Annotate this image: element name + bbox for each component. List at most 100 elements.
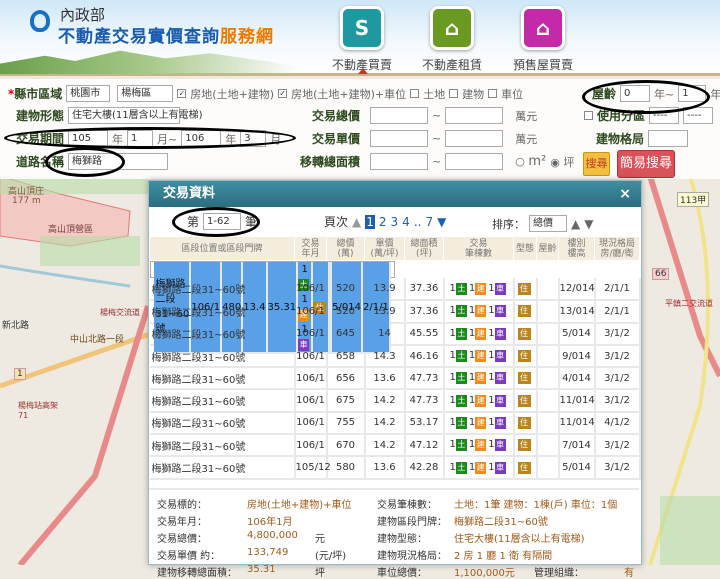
area-max[interactable]	[445, 153, 504, 170]
land-badge: 土	[455, 461, 467, 474]
nav-label: 預售屋買賣	[512, 58, 573, 72]
transaction-dialog: 交易資料 × 第 1-62 筆 頁次 ▲ 1 2 3 4 .. 7 ▼ 排序： 總價 …	[148, 180, 642, 579]
radio-ping[interactable]: ◉ 坪	[550, 154, 574, 170]
table-row[interactable]: 梅獅路二段31~60號 106/1 670 14.2 47.12 1 土 1 建 1 車住 7/014…	[149, 434, 641, 458]
layout-input[interactable]	[648, 130, 689, 147]
easy-search-button[interactable]: 簡易搜尋	[617, 150, 675, 178]
page-link[interactable]: 1	[365, 214, 375, 229]
prev-page-icon[interactable]: ▲	[352, 215, 361, 229]
cell-type: 住	[513, 367, 538, 391]
cell-age	[536, 322, 560, 346]
site-title[interactable]: 不動產交易實價查詢服務網	[58, 22, 274, 47]
type-checkbox-5[interactable]	[488, 89, 498, 98]
sort-desc-icon[interactable]: ▼	[584, 217, 593, 231]
total-price-label: 交易總價	[312, 109, 361, 123]
total-price-min[interactable]	[370, 107, 429, 124]
cell-area: 37.36	[404, 300, 445, 324]
cell-layout: 3/1/2	[594, 456, 641, 480]
table-row[interactable]: 梅獅路二段31~60號 106/1 656 13.6 47.73 1 土 1 建 1 車住 4/014…	[149, 367, 641, 391]
page-link[interactable]: 3	[391, 215, 399, 229]
page-link[interactable]: 4	[402, 215, 410, 229]
unit-price-max[interactable]	[445, 130, 504, 147]
type-checkbox-2[interactable]: ✓	[278, 89, 288, 98]
range-select[interactable]: 1-62	[203, 213, 242, 230]
cell-unit: 13.6	[364, 456, 406, 480]
cell-total: 755	[326, 411, 366, 436]
cell-area: 53.17	[404, 411, 445, 436]
detail-v: 35.31	[247, 564, 276, 575]
nav-rental[interactable]: ⌂ 不動產租賃	[412, 6, 492, 73]
tilde: ~	[432, 109, 442, 122]
age-to-input[interactable]: 1	[678, 85, 707, 102]
map-label: 新北路	[2, 321, 30, 331]
close-icon[interactable]: ×	[619, 181, 631, 207]
radio-m2[interactable]: ○ m²	[515, 154, 546, 169]
building-type-select[interactable]: 住宅大樓(11層含以上有電梯)	[68, 107, 203, 124]
total-price-max[interactable]	[445, 107, 504, 124]
table-row[interactable]: 梅獅路二段31~60號 106/1 755 14.2 53.17 1 土 1 建 1 車住 11/01…	[149, 411, 641, 436]
type-checkbox-4[interactable]	[449, 89, 459, 98]
detail-v2: 梅獅路二段31~60號	[454, 517, 548, 528]
map-label: 楊梅站高架71	[18, 401, 58, 420]
layout-row: 建物格局	[596, 130, 689, 147]
unit-label: 萬元	[515, 132, 538, 146]
unit-price-min[interactable]	[370, 130, 429, 147]
cell-floor: 11/014	[558, 389, 596, 413]
city-select[interactable]: 桃園市	[66, 85, 111, 102]
from-month-select[interactable]: 1	[127, 130, 154, 147]
area-min[interactable]	[370, 153, 429, 170]
road-input[interactable]: 梅獅路	[68, 153, 169, 170]
building-row: 建物形態 住宅大樓(11層含以上有電梯)	[16, 107, 203, 124]
title-main: 不動產交易實價查詢	[58, 27, 220, 47]
page-link[interactable]: 2	[379, 215, 387, 229]
nav-presale[interactable]: ⌂ 預售屋買賣	[503, 6, 583, 73]
page-link[interactable]: 7	[425, 215, 433, 229]
cell-counts: 1土1建1車	[443, 434, 515, 458]
table-row[interactable]: 梅獅路二段31~60號 106/1 480 13.4 35.31 1土1建1車住 5/014…	[149, 261, 395, 354]
to-month-select[interactable]: 3	[240, 130, 267, 147]
cell-unit: 13.6	[364, 367, 406, 391]
cell-floor: 4/014	[558, 367, 596, 391]
land-badge: 土	[455, 282, 467, 295]
cell-area: 37.36	[404, 278, 445, 302]
age-row: 屋齡 0 年~ 1 年	[592, 85, 720, 102]
from-year-input[interactable]: 105	[68, 130, 109, 147]
cell-type: 住	[513, 278, 538, 302]
table-row[interactable]: 梅獅路二段31~60號 105/12 580 13.6 42.28 1 土 1 建 1 車住 5/01…	[149, 456, 641, 480]
dialog-titlebar[interactable]: 交易資料 ×	[149, 181, 641, 207]
sort-asc-icon[interactable]: ▲	[571, 217, 580, 231]
cell-floor: 9/014	[558, 344, 596, 369]
to-year-input[interactable]: 106	[181, 130, 222, 147]
unit-price-row: 交易單價 ~ 萬元	[312, 130, 537, 147]
building-badge: 建	[475, 461, 487, 474]
cell-ym: 105/12	[294, 456, 331, 480]
type-checkbox-1[interactable]: ✓	[177, 89, 187, 98]
cell-addr: 梅獅路二段31~60號	[149, 367, 296, 391]
nav-sales[interactable]: S 不動產買賣	[322, 6, 402, 73]
search-button[interactable]: 搜尋	[583, 152, 610, 176]
type-checkbox-3[interactable]	[410, 89, 420, 98]
cell-total: 670	[326, 434, 366, 458]
dialog-title: 交易資料	[163, 186, 216, 201]
detail-k2: 交易筆棟數：	[377, 500, 437, 511]
cell-counts: 1土1建1車	[443, 367, 515, 391]
age-from-input[interactable]: 0	[620, 85, 651, 102]
column-header: 單價 (萬/坪)	[364, 236, 405, 261]
district-select[interactable]: 楊梅區	[117, 85, 174, 102]
house-rent-icon: ⌂	[430, 6, 474, 50]
nav-label: 不動產租賃	[421, 58, 482, 72]
zoning-select-b[interactable]: ----	[683, 107, 714, 124]
table-row[interactable]: 梅獅路二段31~60號 106/1 658 14.3 46.16 1 土 1 建 1 車住 9/014…	[149, 344, 641, 369]
region-row: *縣市區域 桃園市 楊梅區 ✓ 房地(土地+建物) ✓ 房地(土地+建物)+車位 土…	[8, 85, 523, 102]
cell-layout: 4/1/2	[594, 411, 641, 436]
land-badge: 土	[455, 439, 467, 452]
table-row[interactable]: 梅獅路二段31~60號 106/1 675 14.2 47.73 1 土 1 建 1 車住 11/01…	[149, 389, 641, 413]
zoning-checkbox[interactable]	[584, 111, 593, 120]
residential-badge: 住	[517, 416, 531, 429]
road-label: 道路名稱	[16, 155, 65, 169]
sort-select[interactable]: 總價	[529, 215, 567, 232]
next-page-icon[interactable]: ▼	[437, 215, 446, 229]
zoning-select-a[interactable]: ----	[649, 107, 680, 124]
cell-age	[536, 278, 560, 302]
house-dollar-icon: S	[340, 6, 384, 50]
